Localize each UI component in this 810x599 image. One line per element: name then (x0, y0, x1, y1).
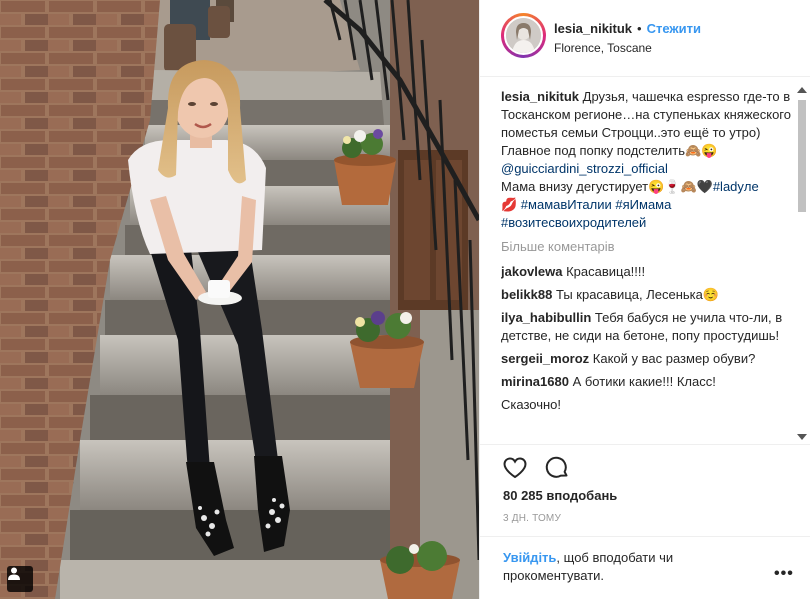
caption-mention[interactable]: @guicciardini_strozzi_official (501, 161, 668, 176)
scroll-down-arrow-icon[interactable] (797, 434, 807, 440)
heart-icon (503, 457, 527, 479)
comment-text: Сказочно! (501, 397, 561, 412)
like-button[interactable] (502, 455, 528, 481)
tagged-user-button[interactable] (7, 566, 33, 592)
post-actions: 80 285 вподобань 3 ДН. ТОМУ (480, 444, 810, 524)
comment-item: mirina1680 А ботики какие!!! Класс! (501, 373, 797, 391)
more-comments-button[interactable]: Більше коментарів (501, 238, 797, 256)
post-location[interactable]: Florence, Toscane (554, 41, 652, 55)
avatar[interactable] (504, 16, 543, 55)
caption-username[interactable]: lesia_nikituk (501, 89, 579, 104)
likes-count[interactable]: 80 285 вподобань (503, 488, 617, 503)
comment-username[interactable]: belikk88 (501, 287, 552, 302)
comment-icon (545, 456, 568, 478)
login-prompt-bar: Увійдіть, щоб вподобати чи прокоментуват… (480, 536, 810, 599)
comment-text: Ты красавица, Лесенька☺️ (555, 287, 720, 302)
caption-hashtag-2[interactable]: 💋 #мамавИталии (501, 197, 612, 212)
caption-text-3: Мама внизу дегустирует😜🍷🙈🖤 (501, 179, 713, 194)
comment-item: sergeii_moroz Какой у вас размер обуви? (501, 350, 797, 368)
post-timestamp[interactable]: 3 ДН. ТОМУ (503, 513, 561, 524)
story-ring[interactable] (501, 13, 546, 58)
comment-username[interactable]: mirina1680 (501, 374, 569, 389)
post-header: lesia_nikituk • Стежити Florence, Toscan… (480, 0, 810, 77)
person-icon (8, 567, 20, 580)
comment-item: Сказочно! (501, 396, 797, 414)
comment-button[interactable] (544, 455, 570, 481)
comment-item: ilya_habibullin Тебя бабуся не учила что… (501, 309, 797, 345)
separator-dot: • (637, 21, 642, 36)
comment-text: А ботики какие!!! Класс! (572, 374, 716, 389)
caption-text-2: Главное под попку подстелить🙈😜 (501, 143, 718, 158)
comment-text: Красавица!!!! (566, 264, 646, 279)
comment-text: Какой у вас размер обуви? (592, 351, 756, 366)
login-prompt: Увійдіть, щоб вподобати чи прокоментуват… (503, 549, 723, 585)
comment-item: belikk88 Ты красавица, Лесенька☺️ (501, 286, 797, 304)
post-caption: lesia_nikituk Друзья, чашечка espresso г… (501, 88, 797, 232)
comment-username[interactable]: jakovlewa (501, 264, 562, 279)
comment-username[interactable]: sergeii_moroz (501, 351, 589, 366)
post-sidebar: lesia_nikituk • Стежити Florence, Toscan… (479, 0, 810, 599)
post-username[interactable]: lesia_nikituk (554, 21, 632, 36)
follow-button[interactable]: Стежити (647, 21, 701, 36)
caption-hashtag-4[interactable]: #возитесвоихродителей (501, 215, 646, 230)
caption-hashtag-1[interactable]: #ladyле (713, 179, 759, 194)
scroll-up-arrow-icon[interactable] (797, 87, 807, 93)
login-link[interactable]: Увійдіть (503, 550, 556, 565)
post-photo-image (0, 0, 479, 599)
avatar-image (506, 18, 541, 53)
instagram-post: lesia_nikituk • Стежити Florence, Toscan… (0, 0, 810, 599)
scrollbar-thumb[interactable] (798, 100, 806, 212)
comment-username[interactable]: ilya_habibullin (501, 310, 591, 325)
action-icons (502, 455, 570, 481)
comments-scrollbar[interactable] (794, 82, 810, 444)
comments-list[interactable]: lesia_nikituk Друзья, чашечка espresso г… (501, 88, 797, 443)
caption-hashtag-3[interactable]: #яИмама (615, 197, 671, 212)
username-row: lesia_nikituk • Стежити (554, 21, 701, 36)
post-photo[interactable] (0, 0, 479, 599)
comment-item: jakovlewa Красавица!!!! (501, 263, 797, 281)
more-options-icon[interactable]: ••• (774, 565, 794, 583)
